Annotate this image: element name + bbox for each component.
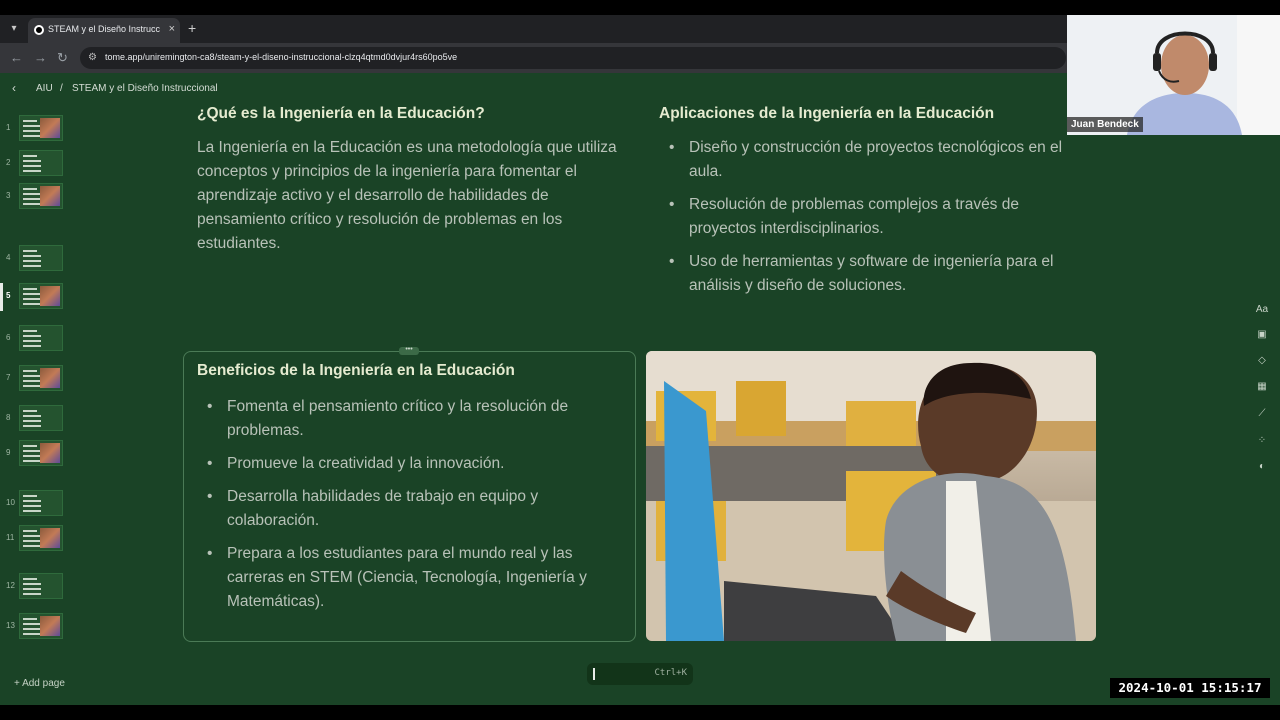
thumbnail-number: 4 bbox=[6, 253, 11, 262]
thumbnail-preview bbox=[19, 283, 63, 309]
thumbnail-preview bbox=[19, 440, 63, 466]
command-shortcut: Ctrl+K bbox=[654, 668, 687, 678]
text-tool-icon[interactable]: Aa bbox=[1254, 304, 1270, 318]
thumbnail-preview bbox=[19, 115, 63, 141]
tab-title: STEAM y el Diseño Instruccional bbox=[48, 24, 160, 34]
drag-handle-icon[interactable]: ••• bbox=[399, 346, 419, 355]
page-thumbnail[interactable]: 10 bbox=[0, 490, 72, 520]
thumbnail-number: 8 bbox=[6, 413, 11, 422]
reload-icon[interactable]: ↻ bbox=[57, 50, 68, 66]
thumbnail-number: 11 bbox=[6, 533, 15, 542]
favicon-icon bbox=[34, 25, 44, 35]
thumbnail-preview bbox=[19, 183, 63, 209]
list-item[interactable]: Desarrolla habilidades de trabajo en equ… bbox=[197, 485, 622, 533]
section-heading-what: ¿Qué es la Ingeniería en la Educación? bbox=[197, 105, 485, 122]
tab-search-icon[interactable]: ▾ bbox=[6, 21, 22, 37]
list-item[interactable]: Fomenta el pensamiento crítico y la reso… bbox=[197, 395, 622, 443]
thumbnail-preview bbox=[19, 613, 63, 639]
active-page-indicator bbox=[0, 283, 3, 311]
breadcrumb-workspace[interactable]: AIU bbox=[36, 83, 53, 94]
forward-icon[interactable]: → bbox=[34, 50, 47, 65]
back-icon[interactable]: ← bbox=[10, 50, 23, 65]
thumbnail-number: 5 bbox=[6, 291, 11, 300]
close-tab-icon[interactable]: × bbox=[169, 23, 175, 35]
cursor-caret bbox=[593, 668, 595, 680]
page-thumbnail[interactable]: 5 bbox=[0, 283, 72, 313]
page-thumbnail[interactable]: 4 bbox=[0, 245, 72, 275]
page-thumbnail[interactable]: 1 bbox=[0, 115, 72, 145]
thumbnail-number: 9 bbox=[6, 448, 11, 457]
applications-list: Diseño y construcción de proyectos tecno… bbox=[659, 136, 1089, 307]
thumbnail-preview bbox=[19, 150, 63, 176]
breadcrumb-back-icon[interactable]: ‹ bbox=[12, 81, 16, 95]
presenter-name: Juan Bendeck bbox=[1067, 117, 1143, 132]
page-thumbnail[interactable]: 11 bbox=[0, 525, 72, 555]
shapes-icon[interactable]: ◇ bbox=[1254, 355, 1270, 369]
page-thumbnail[interactable]: 9 bbox=[0, 440, 72, 470]
table-icon[interactable]: ▦ bbox=[1254, 381, 1270, 395]
thumbnail-number: 12 bbox=[6, 581, 15, 590]
student-laptop-photo[interactable] bbox=[646, 351, 1096, 641]
address-bar[interactable]: ⚙ tome.app/uniremington-ca8/steam-y-el-d… bbox=[80, 47, 1066, 69]
photo-illustration bbox=[646, 351, 1096, 641]
list-item[interactable]: Uso de herramientas y software de ingeni… bbox=[659, 250, 1089, 298]
thumbnail-number: 7 bbox=[6, 373, 11, 382]
section-body-what[interactable]: La Ingeniería en la Educación es una met… bbox=[197, 136, 617, 256]
list-item[interactable]: Diseño y construcción de proyectos tecno… bbox=[659, 136, 1089, 184]
list-item[interactable]: Prepara a los estudiantes para el mundo … bbox=[197, 542, 622, 614]
apps-icon[interactable]: ⁘ bbox=[1254, 435, 1270, 449]
section-heading-benefits: Beneficios de la Ingeniería en la Educac… bbox=[197, 362, 515, 379]
thumbnail-preview bbox=[19, 365, 63, 391]
section-heading-applications: Aplicaciones de la Ingeniería en la Educ… bbox=[659, 105, 995, 122]
thumbnail-preview bbox=[19, 325, 63, 351]
page-thumbnail[interactable]: 2 bbox=[0, 150, 72, 180]
thumbnail-preview bbox=[19, 405, 63, 431]
command-bar[interactable]: Ctrl+K bbox=[587, 663, 693, 685]
thumbnail-number: 1 bbox=[6, 123, 11, 132]
thumbnail-preview bbox=[19, 490, 63, 516]
recording-timestamp: 2024-10-01 15:15:17 bbox=[1110, 678, 1270, 698]
benefits-list: Fomenta el pensamiento crítico y la reso… bbox=[197, 395, 622, 623]
thumbnail-preview bbox=[19, 245, 63, 271]
page-thumbnail[interactable]: 13 bbox=[0, 613, 72, 643]
palette-icon[interactable]: ◐ bbox=[1254, 461, 1270, 475]
page-thumbnail[interactable]: 8 bbox=[0, 405, 72, 435]
thumbnail-number: 2 bbox=[6, 158, 11, 167]
thumbnail-number: 13 bbox=[6, 621, 15, 630]
thumbnail-number: 10 bbox=[6, 498, 15, 507]
thumbnail-number: 3 bbox=[6, 191, 11, 200]
chart-icon[interactable]: ⟋ bbox=[1254, 408, 1270, 422]
thumbnail-number: 6 bbox=[6, 333, 11, 342]
image-icon[interactable]: ▣ bbox=[1254, 329, 1270, 343]
list-item[interactable]: Promueve la creatividad y la innovación. bbox=[197, 452, 622, 476]
page-thumbnail[interactable]: 6 bbox=[0, 325, 72, 355]
thumbnail-preview bbox=[19, 525, 63, 551]
url-text: tome.app/uniremington-ca8/steam-y-el-dis… bbox=[105, 52, 458, 62]
add-page-button[interactable]: + Add page bbox=[14, 678, 65, 689]
new-tab-icon[interactable]: + bbox=[188, 20, 196, 36]
browser-tab[interactable]: STEAM y el Diseño Instruccional × bbox=[28, 18, 180, 43]
page-thumbnail[interactable]: 12 bbox=[0, 573, 72, 603]
page-thumbnail[interactable]: 7 bbox=[0, 365, 72, 395]
page-thumbnail[interactable]: 3 bbox=[0, 183, 72, 213]
breadcrumb-separator: / bbox=[60, 83, 63, 94]
site-info-icon[interactable]: ⚙ bbox=[88, 52, 100, 64]
thumbnail-preview bbox=[19, 573, 63, 599]
list-item[interactable]: Resolución de problemas complejos a trav… bbox=[659, 193, 1089, 241]
breadcrumb-page[interactable]: STEAM y el Diseño Instruccional bbox=[72, 83, 218, 94]
